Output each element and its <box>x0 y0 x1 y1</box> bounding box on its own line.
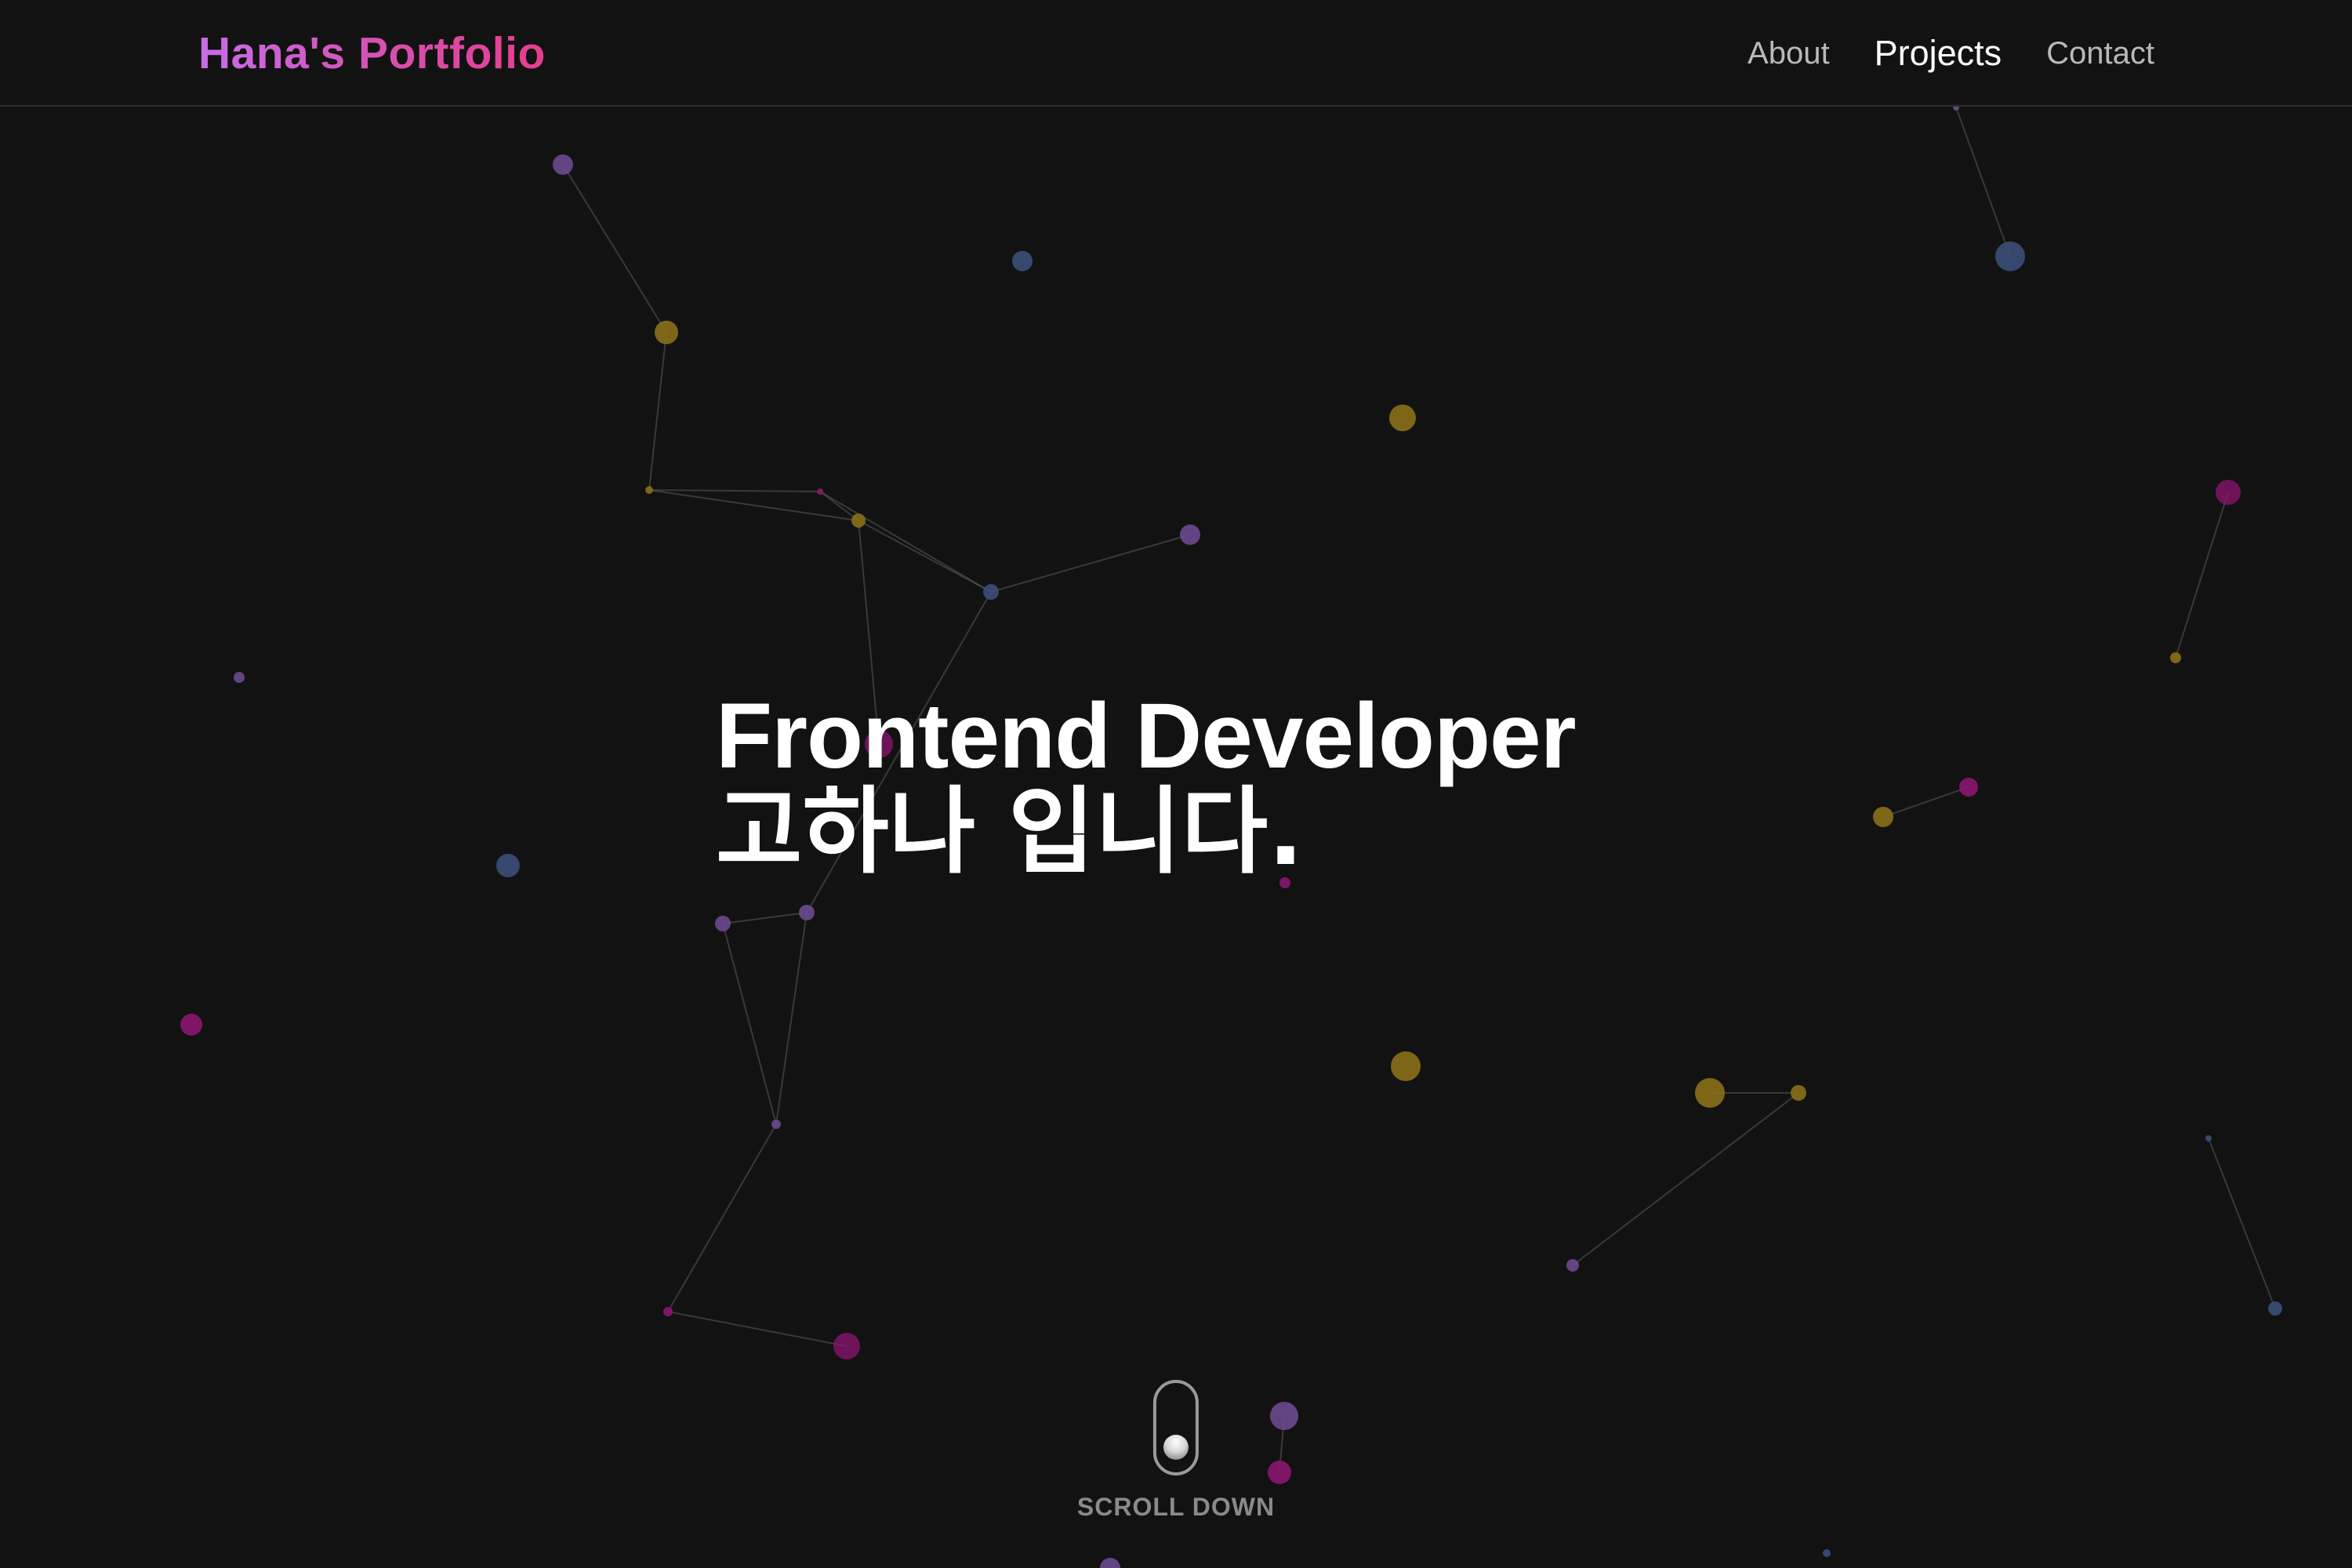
particle-node <box>496 854 520 877</box>
particle-node <box>1566 1259 1579 1272</box>
hero-title: Frontend Developer <box>716 684 1577 788</box>
particle-link <box>722 912 808 924</box>
particle-link <box>648 332 667 491</box>
particle-node <box>817 488 823 495</box>
nav-links: About Projects Contact <box>1748 33 2154 74</box>
hero-subtitle: 고하나 입니다. <box>716 778 1304 887</box>
particle-link <box>667 1311 848 1347</box>
particle-node <box>771 1120 781 1129</box>
particle-node <box>983 584 999 600</box>
particle-node <box>655 321 678 344</box>
particle-node <box>180 1014 202 1036</box>
brand-logo[interactable]: Hana's Portfolio <box>198 27 546 79</box>
particle-node <box>2170 652 2181 663</box>
particle-node <box>663 1307 673 1316</box>
particle-node <box>2268 1301 2282 1316</box>
scroll-down-indicator[interactable]: SCROLL DOWN <box>1077 1380 1275 1522</box>
nav-projects-link[interactable]: Projects <box>1875 33 2002 74</box>
particle-link <box>722 923 777 1125</box>
particle-link <box>1572 1092 1799 1266</box>
particle-link <box>1955 107 2011 257</box>
particle-link <box>648 489 821 492</box>
particle-node <box>851 514 866 528</box>
particle-link <box>990 534 1191 593</box>
mouse-scroll-icon <box>1152 1380 1199 1475</box>
particle-link <box>562 164 667 333</box>
particle-node <box>1995 241 2025 271</box>
particle-node <box>1791 1085 1806 1101</box>
particle-node <box>1959 778 1978 797</box>
particle-link <box>1882 786 1969 818</box>
particle-node <box>799 905 815 920</box>
particle-link <box>819 491 992 593</box>
scroll-wheel-dot <box>1163 1435 1189 1460</box>
particle-node <box>234 672 245 683</box>
particle-node <box>1695 1078 1725 1108</box>
particle-link <box>648 489 859 521</box>
particle-link <box>2175 492 2229 659</box>
particle-node <box>1823 1549 1831 1557</box>
particle-node <box>2205 1135 2212 1142</box>
nav-contact-link[interactable]: Contact <box>2046 36 2154 71</box>
hero-heading: Frontend Developer 고하나 입니다. <box>716 684 1577 887</box>
particle-node <box>645 486 653 494</box>
particle-node <box>1180 524 1200 545</box>
particle-link <box>858 520 992 593</box>
particle-link <box>775 912 808 1125</box>
particle-node <box>553 154 573 175</box>
hero-page: Hana's Portfolio About Projects Contact … <box>0 0 2352 1568</box>
particle-link <box>667 1123 777 1312</box>
particle-node <box>1100 1558 1120 1568</box>
particle-node <box>1873 807 1893 827</box>
particle-node <box>1389 405 1416 431</box>
particle-node <box>1391 1051 1421 1081</box>
top-navbar: Hana's Portfolio About Projects Contact <box>0 0 2352 107</box>
particle-link <box>2208 1138 2276 1309</box>
particle-node <box>715 916 731 931</box>
particle-node <box>1012 251 1033 271</box>
nav-about-link[interactable]: About <box>1748 36 1830 71</box>
particle-node <box>833 1333 860 1359</box>
particle-node <box>2216 480 2241 505</box>
scroll-down-label: SCROLL DOWN <box>1076 1493 1276 1521</box>
